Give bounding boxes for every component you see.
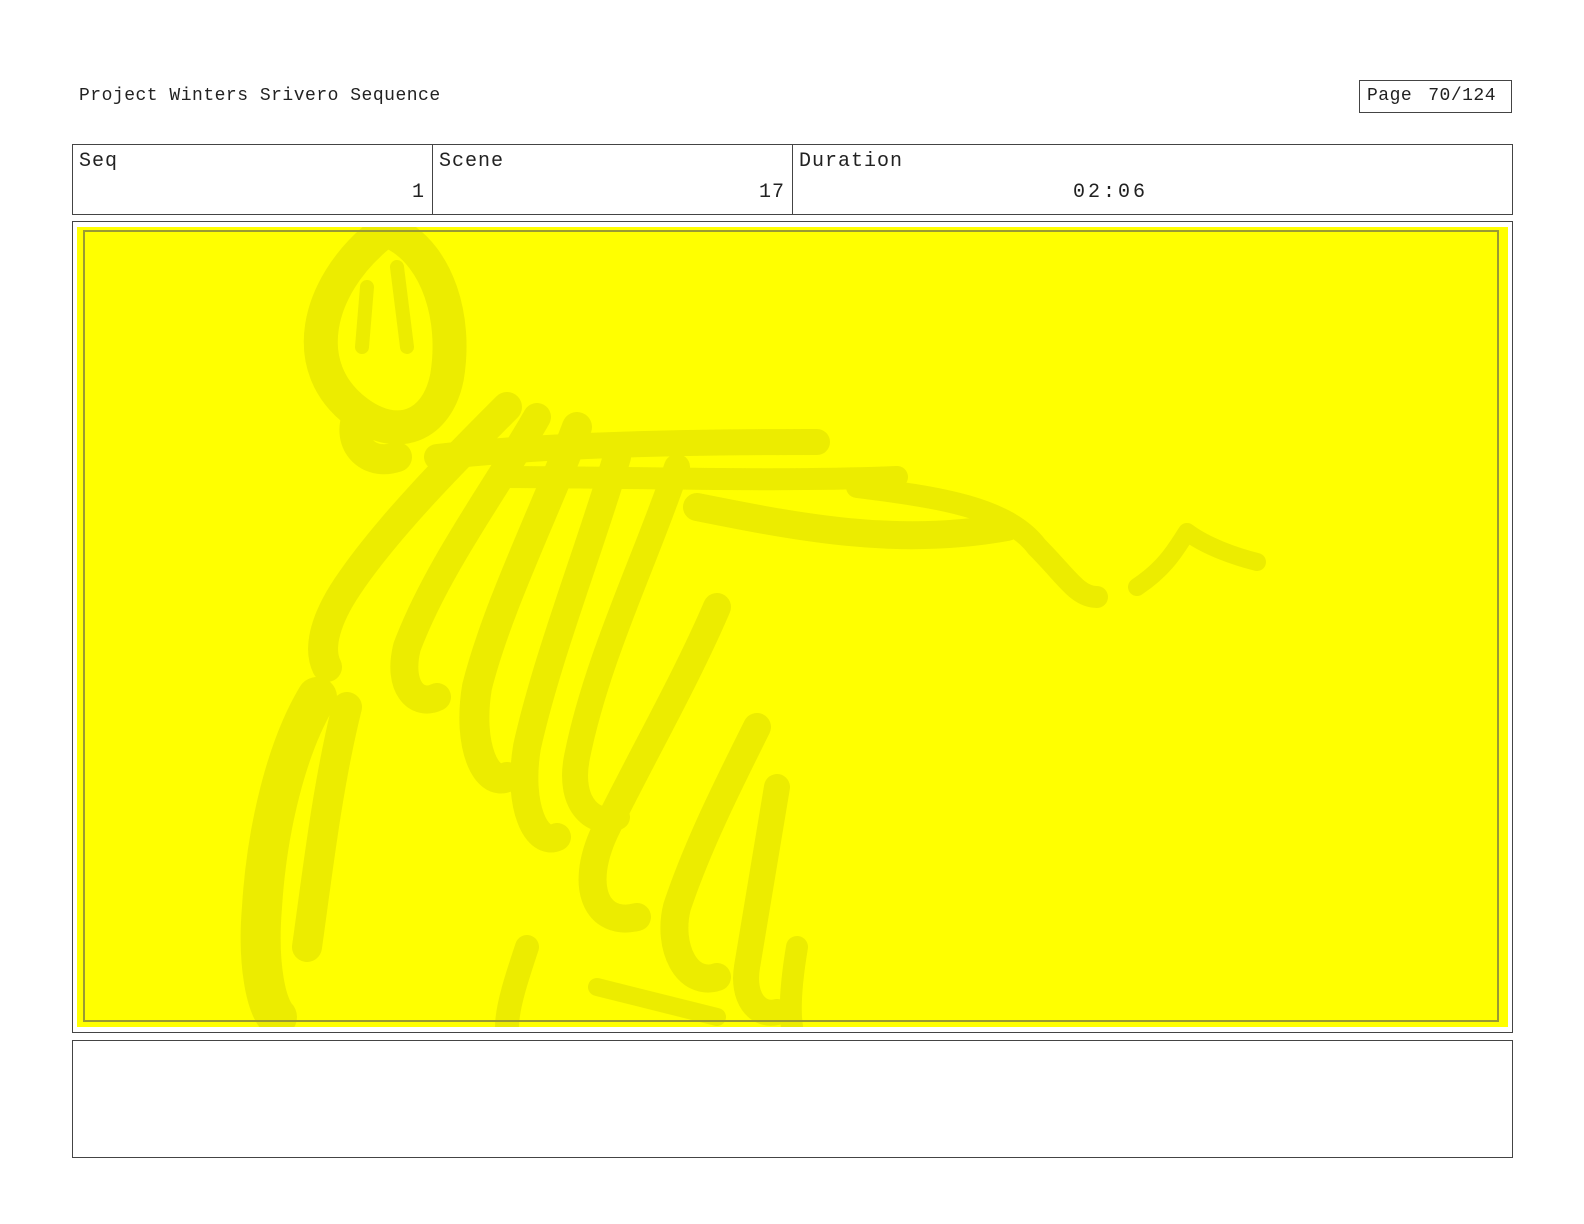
storyboard-panel xyxy=(77,227,1508,1027)
scene-value: 17 xyxy=(758,181,785,204)
page-number: 70/124 xyxy=(1428,86,1497,106)
safe-area-border xyxy=(83,230,1499,1022)
seq-cell: Seq 1 xyxy=(73,145,433,214)
seq-label: Seq xyxy=(79,150,119,173)
duration-label: Duration xyxy=(799,150,904,173)
scene-cell: Scene 17 xyxy=(433,145,793,214)
duration-cell: Duration 02:06 xyxy=(793,145,1512,214)
seq-value: 1 xyxy=(411,181,425,204)
page-indicator: Page 70/124 xyxy=(1359,80,1512,113)
notes-box[interactable] xyxy=(72,1040,1513,1158)
storyboard-frame xyxy=(72,221,1513,1033)
shot-info-table: Seq 1 Scene 17 Duration 02:06 xyxy=(72,144,1513,215)
duration-value: 02:06 xyxy=(1073,181,1149,204)
scene-label: Scene xyxy=(439,150,505,173)
page-label: Page xyxy=(1367,86,1413,106)
project-title: Project Winters Srivero Sequence xyxy=(79,86,441,106)
